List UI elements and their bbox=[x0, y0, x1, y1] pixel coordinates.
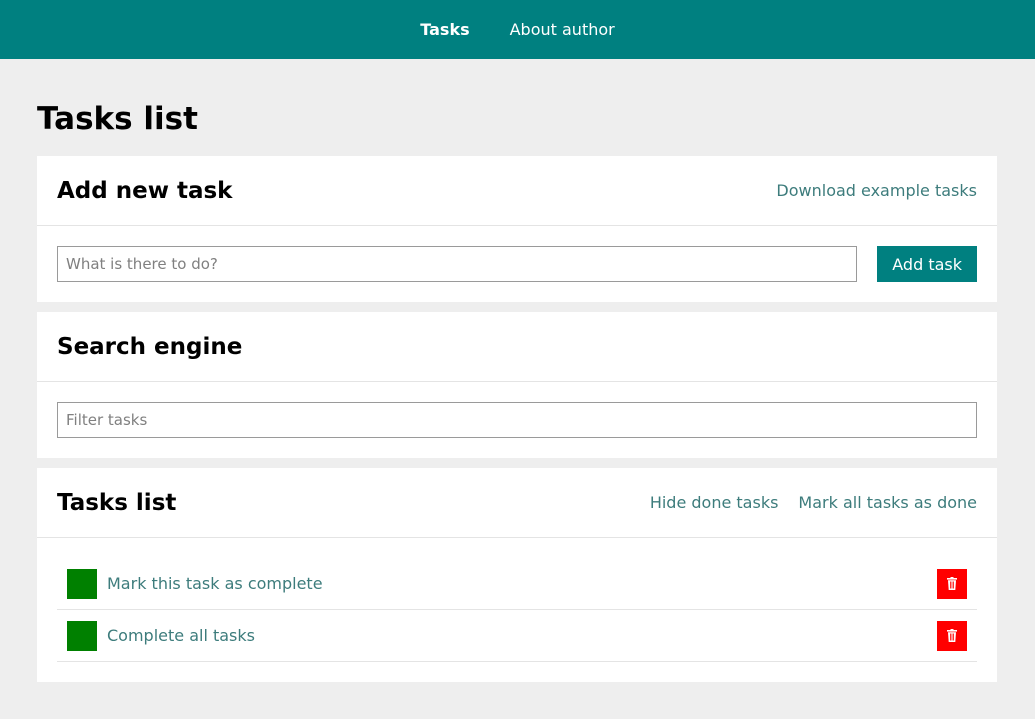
top-navigation: Tasks About author bbox=[0, 0, 1035, 59]
filter-tasks-input[interactable] bbox=[57, 402, 977, 438]
download-example-tasks-link[interactable]: Download example tasks bbox=[776, 181, 977, 200]
tasks-list-title: Tasks list bbox=[57, 489, 177, 516]
search-header: Search engine bbox=[37, 312, 997, 382]
checkbox-icon[interactable] bbox=[67, 568, 97, 599]
add-task-title: Add new task bbox=[57, 177, 233, 204]
add-task-body: Add task bbox=[37, 226, 997, 302]
add-task-links: Download example tasks bbox=[776, 181, 977, 200]
add-task-header: Add new task Download example tasks bbox=[37, 156, 997, 226]
nav-tasks[interactable]: Tasks bbox=[420, 20, 469, 39]
page-title: Tasks list bbox=[37, 101, 198, 137]
search-panel: Search engine bbox=[37, 312, 997, 458]
tasks-list-header: Tasks list Hide done tasks Mark all task… bbox=[37, 468, 997, 538]
task-list: Mark this task as complete Complete all … bbox=[37, 538, 997, 682]
new-task-input[interactable] bbox=[57, 246, 858, 282]
delete-task-button[interactable] bbox=[937, 568, 967, 599]
task-text[interactable]: Complete all tasks bbox=[107, 626, 255, 645]
mark-all-done-link[interactable]: Mark all tasks as done bbox=[798, 493, 977, 512]
search-body bbox=[37, 382, 997, 458]
checkbox-icon[interactable] bbox=[67, 620, 97, 651]
main-content: Tasks list Add new task Download example… bbox=[0, 59, 1035, 682]
task-left: Complete all tasks bbox=[67, 620, 255, 651]
task-row: Mark this task as complete bbox=[57, 558, 977, 610]
tasks-list-panel: Tasks list Hide done tasks Mark all task… bbox=[37, 468, 997, 682]
task-text[interactable]: Mark this task as complete bbox=[107, 574, 323, 593]
delete-task-button[interactable] bbox=[937, 620, 967, 651]
search-title: Search engine bbox=[57, 333, 243, 360]
task-row: Complete all tasks bbox=[57, 610, 977, 662]
tasks-list-links: Hide done tasks Mark all tasks as done bbox=[650, 493, 977, 512]
hide-done-tasks-link[interactable]: Hide done tasks bbox=[650, 493, 779, 512]
add-task-button[interactable]: Add task bbox=[877, 246, 977, 282]
trash-icon bbox=[947, 577, 957, 590]
add-task-panel: Add new task Download example tasks Add … bbox=[37, 156, 997, 302]
task-left: Mark this task as complete bbox=[67, 568, 323, 599]
trash-icon bbox=[947, 629, 957, 642]
nav-about-author[interactable]: About author bbox=[510, 20, 615, 39]
